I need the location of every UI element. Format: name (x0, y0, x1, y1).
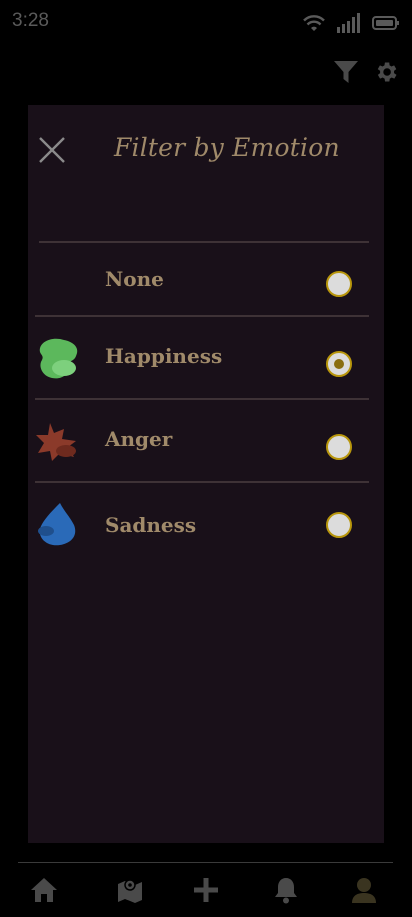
divider (35, 398, 369, 400)
panel-title: Filter by Emotion (114, 133, 340, 162)
bottom-nav (0, 872, 412, 914)
divider (35, 481, 369, 483)
nav-home[interactable] (28, 876, 60, 908)
bell-icon (273, 876, 299, 908)
radio-none[interactable] (326, 271, 352, 297)
option-label: None (105, 267, 164, 291)
screen: 3:28 Filter by Emotion None Happiness An… (0, 0, 412, 917)
profile-icon (350, 876, 378, 908)
filter-button[interactable] (332, 60, 360, 88)
option-label: Anger (105, 427, 173, 451)
add-icon (193, 877, 219, 907)
divider (39, 241, 369, 243)
option-none[interactable]: None (28, 253, 384, 313)
nav-map[interactable] (114, 876, 146, 908)
wifi-icon (302, 13, 326, 37)
battery-icon (372, 15, 400, 35)
option-anger[interactable]: Anger (28, 410, 384, 470)
filter-panel: Filter by Emotion None Happiness Anger S… (28, 105, 384, 843)
signal-icon (336, 12, 362, 38)
happiness-blob-icon (34, 334, 84, 384)
radio-happiness[interactable] (326, 351, 352, 377)
status-icons (302, 12, 400, 38)
nav-add[interactable] (190, 876, 222, 908)
close-button[interactable] (37, 135, 67, 165)
nav-notifications[interactable] (270, 876, 302, 908)
radio-anger[interactable] (326, 434, 352, 460)
settings-button[interactable] (372, 60, 400, 88)
option-label: Sadness (105, 513, 197, 537)
anger-splat-icon (34, 417, 84, 467)
option-happiness[interactable]: Happiness (28, 327, 384, 387)
divider (35, 315, 369, 317)
filter-icon (333, 59, 359, 89)
map-icon (116, 876, 144, 908)
radio-selected-dot (334, 359, 344, 369)
home-icon (29, 876, 59, 908)
option-label: Happiness (105, 344, 223, 368)
close-icon (37, 137, 67, 169)
gear-icon (373, 59, 399, 89)
top-actions (332, 60, 400, 88)
status-time: 3:28 (12, 10, 49, 31)
nav-divider (18, 862, 393, 863)
sadness-drop-icon (34, 499, 84, 549)
nav-profile[interactable] (348, 876, 380, 908)
option-sadness[interactable]: Sadness (28, 493, 384, 553)
radio-sadness[interactable] (326, 512, 352, 538)
